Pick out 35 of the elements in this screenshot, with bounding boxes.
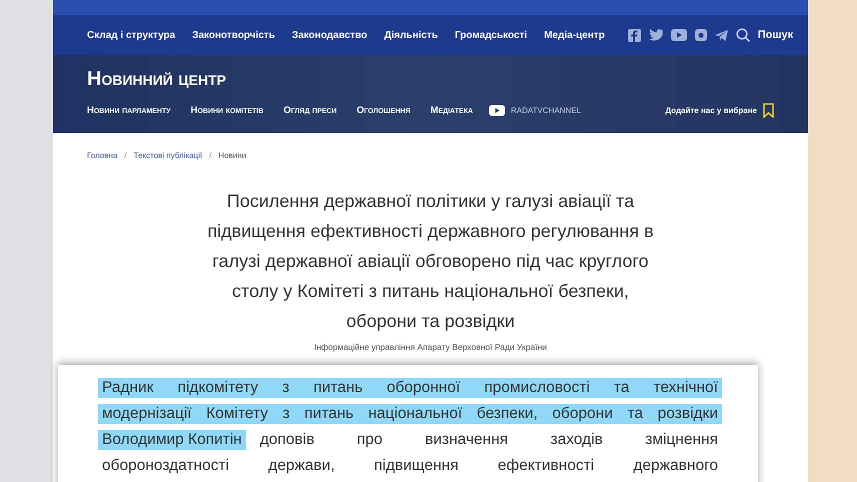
- article-title: Посилення державної політики у галузі авіації та підвищення ефективності державного регулювання в галузі державної авіації обговорено під час круглого столу у Комітеті з питань національної безпеки, оборони та розвідки: [206, 190, 655, 333]
- youtube-icon[interactable]: [670, 29, 687, 41]
- subnav-link[interactable]: Новини парламенту: [87, 105, 171, 116]
- twitter-icon[interactable]: [648, 29, 663, 41]
- breadcrumb-link[interactable]: Текстові публікації: [134, 151, 202, 160]
- subnav-link[interactable]: Новини комітетів: [190, 105, 264, 116]
- subnav-link[interactable]: Оголошення: [356, 105, 410, 116]
- nav-link[interactable]: Законотворчість: [192, 30, 275, 40]
- subnav-link[interactable]: Медіатека: [430, 105, 473, 116]
- nav-link[interactable]: Громадськості: [454, 30, 528, 40]
- instagram-icon[interactable]: [694, 29, 707, 41]
- bookmark-icon: [763, 103, 774, 118]
- favorites-link[interactable]: Додайте нас у вибране: [665, 103, 774, 118]
- article-source: Інформаційне управління Апарату Верховної Ради України: [313, 342, 548, 352]
- breadcrumb-separator: /: [124, 151, 127, 160]
- search-link[interactable]: Пошук: [758, 29, 794, 41]
- highlighted-text: Радник підкомітету з питань оборонної промисловості та технічної: [98, 378, 722, 398]
- highlighted-text: Володимир Копитін: [98, 430, 246, 450]
- breadcrumb-current: Новини: [218, 151, 246, 160]
- nav-link[interactable]: Склад і структура: [87, 30, 176, 40]
- nav-link[interactable]: Законодавство: [292, 30, 368, 40]
- breadcrumb-separator: /: [209, 151, 212, 160]
- highlighted-text: модернізації Комітету з питань національної безпеки, оборони та розвідки: [98, 404, 722, 424]
- youtube-icon: [488, 105, 505, 116]
- paper-plane-icon[interactable]: [714, 30, 728, 40]
- nav-link[interactable]: Медіа-центр: [544, 30, 605, 40]
- subnav-link[interactable]: Огляд преси: [283, 105, 337, 116]
- channel-link[interactable]: RADATVCHANNEL: [488, 105, 581, 116]
- section-title: Новинний центр: [87, 67, 227, 91]
- search-icon[interactable]: [736, 28, 750, 42]
- nav-link[interactable]: Діяльність: [384, 30, 438, 40]
- facebook-icon[interactable]: [628, 28, 641, 42]
- breadcrumb-link[interactable]: Головна: [87, 151, 118, 160]
- paragraph-text: доповів про визначення заходів зміцнення: [260, 431, 718, 449]
- paragraph-text: обороноздатності держави, підвищення ефективності державного: [102, 457, 718, 475]
